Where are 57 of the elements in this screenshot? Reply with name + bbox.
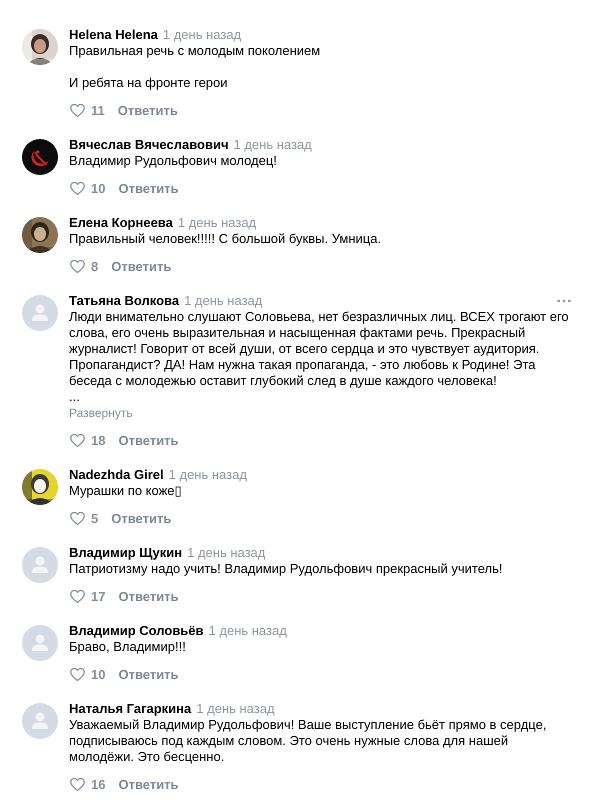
author-name[interactable]: Вячеслав Вячеславович (69, 137, 228, 153)
author-name[interactable]: Татьяна Волкова (69, 293, 180, 309)
heart-icon[interactable] (69, 180, 86, 196)
like-count: 16 (91, 776, 106, 792)
author-name[interactable]: Елена Корнеева (69, 215, 173, 231)
comment-time[interactable]: 1 день назад (196, 701, 275, 717)
comment-time[interactable]: 1 день назад (178, 215, 256, 231)
comment-time[interactable]: 1 день назад (187, 545, 266, 561)
heart-icon[interactable] (69, 776, 86, 792)
like-count: 10 (91, 666, 106, 682)
heart-icon[interactable] (69, 432, 86, 448)
reply-link[interactable]: Ответить (118, 666, 179, 682)
avatar-placeholder-icon (22, 703, 58, 739)
reply-link[interactable]: Ответить (111, 258, 172, 274)
author-name[interactable]: Владимир Соловьёв (69, 623, 204, 639)
truncation-ellipsis: ... (69, 389, 80, 404)
author-name[interactable]: Nadezhda Girel (69, 467, 164, 483)
comment-text: Уважаемый Владимир Рудольфович! Ваше выступление бьёт прямо в сердце, подписываюсь под каждым словом. Это очень нужные слова для нашей молодёжи. Это бесценно. (69, 717, 548, 765)
comment-text: Владимир Рудольфович молодец! (69, 153, 278, 169)
comment-time[interactable]: 1 день назад (184, 293, 262, 309)
reply-link[interactable]: Ответить (111, 510, 172, 526)
heart-icon[interactable] (69, 588, 86, 604)
heart-icon[interactable] (69, 666, 86, 682)
author-name[interactable]: Наталья Гагаркина (69, 701, 192, 717)
comment-text: Браво, Владимир!!! (69, 639, 187, 655)
like-count: 17 (91, 588, 106, 604)
avatar-placeholder-icon (22, 295, 58, 331)
author-name[interactable]: Владимир Щукин (69, 545, 182, 561)
reply-link[interactable]: Ответить (118, 102, 178, 118)
comment-time[interactable]: 1 день назад (168, 467, 247, 483)
reply-link[interactable]: Ответить (118, 588, 179, 604)
like-count: 18 (91, 432, 106, 448)
reply-link[interactable]: Ответить (118, 776, 179, 792)
comment-text: Патриотизму надо учить! Владимир Рудольфович прекрасный учитель! (69, 561, 504, 577)
comment-text: Правильный человек!!!!! С большой буквы. Умница. (69, 231, 382, 247)
heart-icon[interactable] (69, 102, 86, 118)
comment-time[interactable]: 1 день назад (234, 137, 312, 153)
reply-link[interactable]: Ответить (118, 180, 179, 196)
like-count: 11 (91, 102, 105, 118)
author-name[interactable]: Helena Helena (69, 27, 158, 43)
avatar-placeholder-icon (22, 547, 58, 583)
hammer-and-sickle-icon (22, 139, 58, 175)
more-icon[interactable] (557, 299, 571, 303)
comment-text: Правильная речь с молодым поколением (69, 43, 322, 59)
like-count: 8 (91, 258, 98, 274)
comment-time[interactable]: 1 день назад (208, 623, 287, 639)
like-count: 10 (91, 180, 106, 196)
comment-time[interactable]: 1 день назад (162, 27, 242, 43)
comment-text: И ребята на фронте герои (69, 75, 229, 91)
heart-icon[interactable] (69, 510, 86, 526)
like-count: 5 (91, 510, 98, 526)
heart-icon[interactable] (69, 258, 86, 274)
comment-text: Мурашки по коже▯ (69, 483, 183, 499)
avatar-placeholder-icon (22, 625, 58, 661)
expand-link[interactable]: Развернуть (69, 406, 133, 420)
reply-link[interactable]: Ответить (118, 432, 179, 448)
comment-text: Люди внимательно слушают Соловьева, нет безразличных лиц. ВСЕХ трогают его слова, его очень выразительная и насыщенная фактами речь. Прекрасный журналист! Говорит от всей души, от всего сердца и это чувствует аудитория. Пропагандист? ДА! Нам нужна такая пропаганда, - это любовь к Родине! Эта беседа с молодежью оставит глубокий след в душе каждого человека! (69, 309, 570, 389)
